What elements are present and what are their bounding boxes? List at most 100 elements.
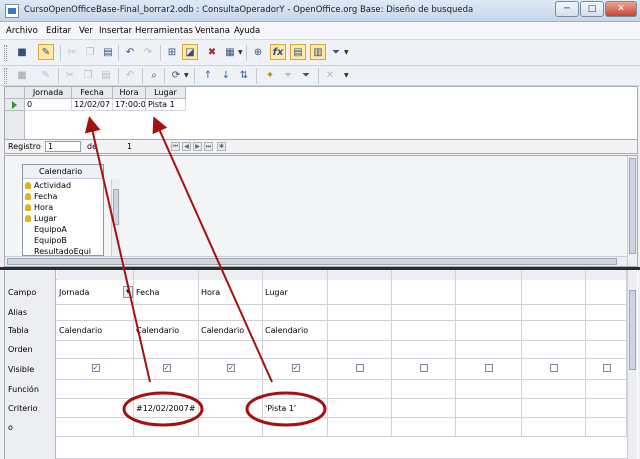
next-record-button[interactable]: ▶: [193, 142, 202, 151]
table-cell[interactable]: 0: [25, 99, 72, 111]
undo-icon[interactable]: ↶: [122, 45, 138, 61]
design-cell-visible[interactable]: [456, 359, 522, 380]
previous-record-button[interactable]: ◀: [182, 142, 191, 151]
design-cell-o[interactable]: [57, 418, 134, 437]
design-cell-campo[interactable]: Lugar: [263, 280, 328, 305]
column-selector[interactable]: [134, 270, 199, 280]
clear-query-icon[interactable]: ✖: [204, 45, 220, 61]
menu-archivo[interactable]: Archivo: [6, 26, 38, 36]
design-cell-tabla[interactable]: [586, 321, 627, 341]
design-cell-criterio[interactable]: [199, 399, 263, 418]
design-cell-funcion[interactable]: [586, 380, 627, 399]
column-header-jornada[interactable]: Jornada: [25, 87, 72, 99]
minimize-button[interactable]: ─: [555, 1, 579, 17]
sort-descending-icon[interactable]: ↓: [218, 68, 234, 84]
design-cell-funcion[interactable]: [456, 380, 522, 399]
sort-ascending-icon[interactable]: ↑: [200, 68, 216, 84]
design-cell-orden[interactable]: [456, 341, 522, 359]
field-dropdown-button[interactable]: ▼: [123, 286, 133, 298]
standard-filter-icon[interactable]: ⏷: [280, 68, 296, 84]
design-cell-orden[interactable]: [392, 341, 456, 359]
design-cell-visible[interactable]: ✓: [57, 359, 134, 380]
design-cell-o[interactable]: [199, 418, 263, 437]
visible-checkbox[interactable]: [420, 364, 428, 372]
design-cell-orden[interactable]: [199, 341, 263, 359]
last-record-button[interactable]: ⏭: [204, 142, 213, 151]
column-header-fecha[interactable]: Fecha: [72, 87, 113, 99]
column-selector[interactable]: [522, 270, 586, 280]
design-cell-campo[interactable]: [328, 280, 392, 305]
design-cell-alias[interactable]: [456, 305, 522, 321]
visible-checkbox[interactable]: [550, 364, 558, 372]
design-cell-campo[interactable]: Jornada ▼: [57, 280, 134, 305]
design-cell-o[interactable]: [392, 418, 456, 437]
column-selector[interactable]: [586, 270, 627, 280]
visible-checkbox[interactable]: ✓: [227, 364, 235, 372]
menu-ventana[interactable]: Ventana: [195, 26, 230, 36]
autofilter-icon[interactable]: ✦: [262, 68, 278, 84]
design-cell-criterio[interactable]: [57, 399, 134, 418]
design-cell-o[interactable]: [263, 418, 328, 437]
remove-filter-icon[interactable]: ✕: [322, 68, 338, 84]
column-selector[interactable]: [263, 270, 328, 280]
design-cell-visible[interactable]: [328, 359, 392, 380]
menu-ver[interactable]: Ver: [79, 26, 93, 36]
save-icon[interactable]: ■: [14, 45, 30, 61]
design-cell-campo[interactable]: Fecha: [134, 280, 199, 305]
design-cell-visible[interactable]: [392, 359, 456, 380]
close-button[interactable]: ✕: [605, 1, 637, 17]
design-cell-criterio[interactable]: 'Pista 1': [263, 399, 328, 418]
design-cell-visible[interactable]: ✓: [134, 359, 199, 380]
column-header-lugar[interactable]: Lugar: [146, 87, 186, 99]
design-cell-alias[interactable]: [134, 305, 199, 321]
table-area-horizontal-scrollbar[interactable]: [5, 256, 627, 266]
aliases-icon[interactable]: ▥: [310, 44, 326, 60]
design-cell-alias[interactable]: [392, 305, 456, 321]
chevron-down-icon[interactable]: ▼: [238, 45, 244, 61]
design-view-icon[interactable]: ▦: [222, 45, 238, 61]
design-cell-alias[interactable]: [57, 305, 134, 321]
design-cell-criterio[interactable]: [456, 399, 522, 418]
table-cell[interactable]: 12/02/07: [72, 99, 113, 111]
chevron-down-icon[interactable]: ▼: [184, 68, 190, 84]
table-cell[interactable]: Pista 1: [146, 99, 186, 111]
design-grid-vertical-scrollbar[interactable]: [627, 270, 637, 459]
paste-icon[interactable]: ▤: [98, 68, 114, 84]
design-cell-funcion[interactable]: [392, 380, 456, 399]
design-cell-tabla[interactable]: [456, 321, 522, 341]
first-record-button[interactable]: ⏮: [171, 142, 180, 151]
design-cell-o[interactable]: [456, 418, 522, 437]
design-cell-criterio[interactable]: [522, 399, 586, 418]
design-cell-criterio[interactable]: [392, 399, 456, 418]
field-item[interactable]: Actividad: [25, 181, 71, 190]
menu-editar[interactable]: Editar: [46, 26, 71, 36]
field-item[interactable]: Fecha: [25, 192, 57, 201]
design-cell-campo[interactable]: [456, 280, 522, 305]
design-cell-visible[interactable]: ✓: [199, 359, 263, 380]
design-cell-criterio[interactable]: #12/02/2007#: [134, 399, 199, 418]
field-item[interactable]: EquipoA: [25, 225, 67, 234]
paste-icon[interactable]: ▤: [100, 45, 116, 61]
find-record-icon[interactable]: ⌕: [146, 68, 162, 84]
design-cell-alias[interactable]: [263, 305, 328, 321]
visible-checkbox[interactable]: ✓: [91, 364, 100, 372]
design-cell-orden[interactable]: [134, 341, 199, 359]
record-number-input[interactable]: 1: [45, 141, 81, 152]
design-cell-tabla[interactable]: Calendario: [134, 321, 199, 341]
menu-ayuda[interactable]: Ayuda: [234, 26, 260, 36]
chevron-down-icon[interactable]: ▼: [344, 68, 350, 84]
table-window-title[interactable]: Calendario: [23, 165, 103, 179]
design-cell-campo[interactable]: [586, 280, 627, 305]
menu-herramientas[interactable]: Herramientas: [135, 26, 193, 36]
maximize-button[interactable]: □: [580, 1, 604, 17]
copy-icon[interactable]: ❐: [82, 45, 98, 61]
design-cell-visible[interactable]: [522, 359, 586, 380]
design-cell-funcion[interactable]: [328, 380, 392, 399]
column-selector[interactable]: [456, 270, 522, 280]
scrollbar-thumb[interactable]: [113, 189, 119, 225]
save-record-icon[interactable]: ■: [14, 68, 30, 84]
add-table-icon[interactable]: ⊞: [164, 45, 180, 61]
sort-icon[interactable]: ⇅: [236, 68, 252, 84]
design-cell-funcion[interactable]: [263, 380, 328, 399]
column-header-hora[interactable]: Hora: [113, 87, 146, 99]
